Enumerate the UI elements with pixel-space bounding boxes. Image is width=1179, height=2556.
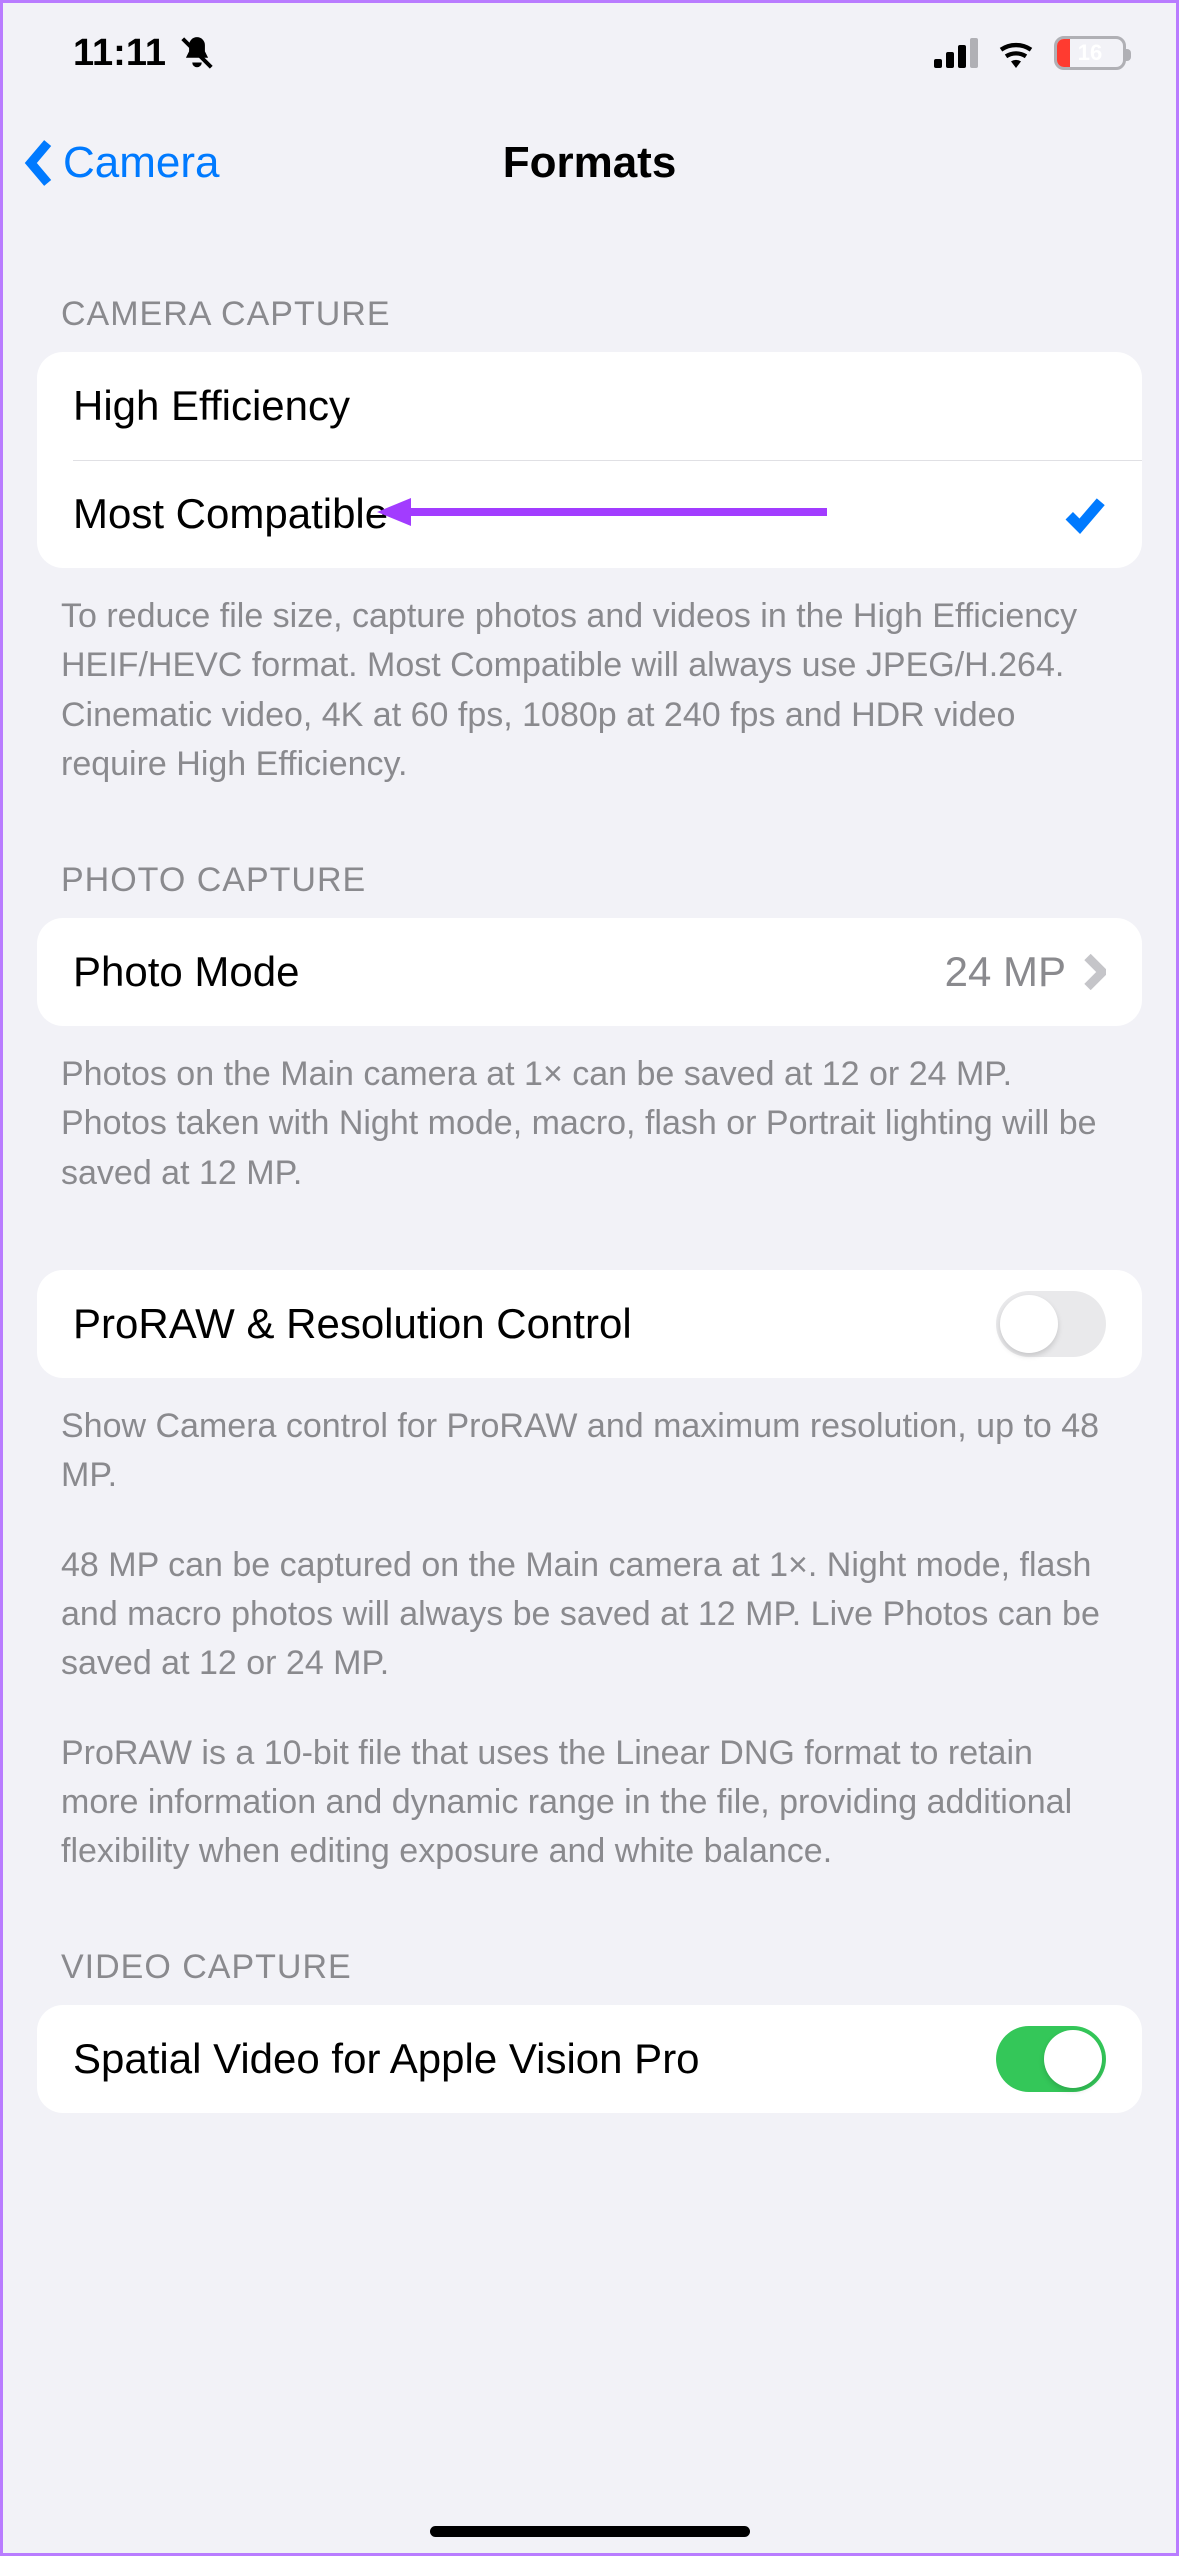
row-most-compatible[interactable]: Most Compatible (37, 460, 1142, 568)
group-camera-capture: High Efficiency Most Compatible (37, 352, 1142, 568)
cellular-icon (934, 38, 978, 68)
section-header-video-capture: VIDEO CAPTURE (37, 1948, 1142, 2005)
switch-knob (1044, 2030, 1102, 2088)
chevron-right-icon (1084, 954, 1106, 990)
status-bar: 11:11 16 (3, 3, 1176, 103)
section-footer-proraw-3: ProRAW is a 10-bit file that uses the Li… (37, 1689, 1142, 1877)
status-left: 11:11 (73, 32, 216, 75)
spatial-video-toggle[interactable] (996, 2026, 1106, 2092)
silent-bell-icon (178, 34, 216, 72)
row-spatial-video[interactable]: Spatial Video for Apple Vision Pro (37, 2005, 1142, 2113)
battery-percent: 16 (1057, 40, 1123, 66)
section-footer-camera-capture: To reduce file size, capture photos and … (37, 568, 1142, 789)
back-label: Camera (63, 138, 220, 188)
status-time: 11:11 (73, 32, 166, 75)
row-proraw[interactable]: ProRAW & Resolution Control (37, 1270, 1142, 1378)
row-high-efficiency[interactable]: High Efficiency (37, 352, 1142, 460)
back-button[interactable]: Camera (23, 138, 220, 188)
annotation-arrow-icon (377, 492, 827, 532)
row-label: Photo Mode (73, 948, 300, 996)
wifi-icon (996, 38, 1036, 68)
section-header-camera-capture: CAMERA CAPTURE (37, 295, 1142, 352)
checkmark-icon (1064, 493, 1106, 535)
section-proraw: ProRAW & Resolution Control Show Camera … (3, 1270, 1176, 1876)
chevron-left-icon (23, 140, 57, 186)
section-footer-proraw-2: 48 MP can be captured on the Main camera… (37, 1501, 1142, 1689)
home-indicator[interactable] (430, 2526, 750, 2537)
row-label: ProRAW & Resolution Control (73, 1300, 632, 1348)
row-photo-mode[interactable]: Photo Mode 24 MP (37, 918, 1142, 1026)
section-header-photo-capture: PHOTO CAPTURE (37, 861, 1142, 918)
section-photo-capture: PHOTO CAPTURE Photo Mode 24 MP Photos on… (3, 861, 1176, 1198)
status-right: 16 (934, 36, 1126, 70)
row-label: High Efficiency (73, 382, 350, 430)
row-label: Most Compatible (73, 490, 388, 538)
group-photo-capture: Photo Mode 24 MP (37, 918, 1142, 1026)
group-proraw: ProRAW & Resolution Control (37, 1270, 1142, 1378)
row-value: 24 MP (945, 948, 1066, 996)
switch-knob (1000, 1295, 1058, 1353)
section-footer-proraw-1: Show Camera control for ProRAW and maxim… (37, 1378, 1142, 1501)
section-camera-capture: CAMERA CAPTURE High Efficiency Most Comp… (3, 295, 1176, 789)
section-footer-photo-capture: Photos on the Main camera at 1× can be s… (37, 1026, 1142, 1198)
section-video-capture: VIDEO CAPTURE Spatial Video for Apple Vi… (3, 1948, 1176, 2113)
nav-bar: Camera Formats (3, 103, 1176, 223)
battery-icon: 16 (1054, 36, 1126, 70)
proraw-toggle[interactable] (996, 1291, 1106, 1357)
group-video-capture: Spatial Video for Apple Vision Pro (37, 2005, 1142, 2113)
row-label: Spatial Video for Apple Vision Pro (73, 2035, 700, 2083)
